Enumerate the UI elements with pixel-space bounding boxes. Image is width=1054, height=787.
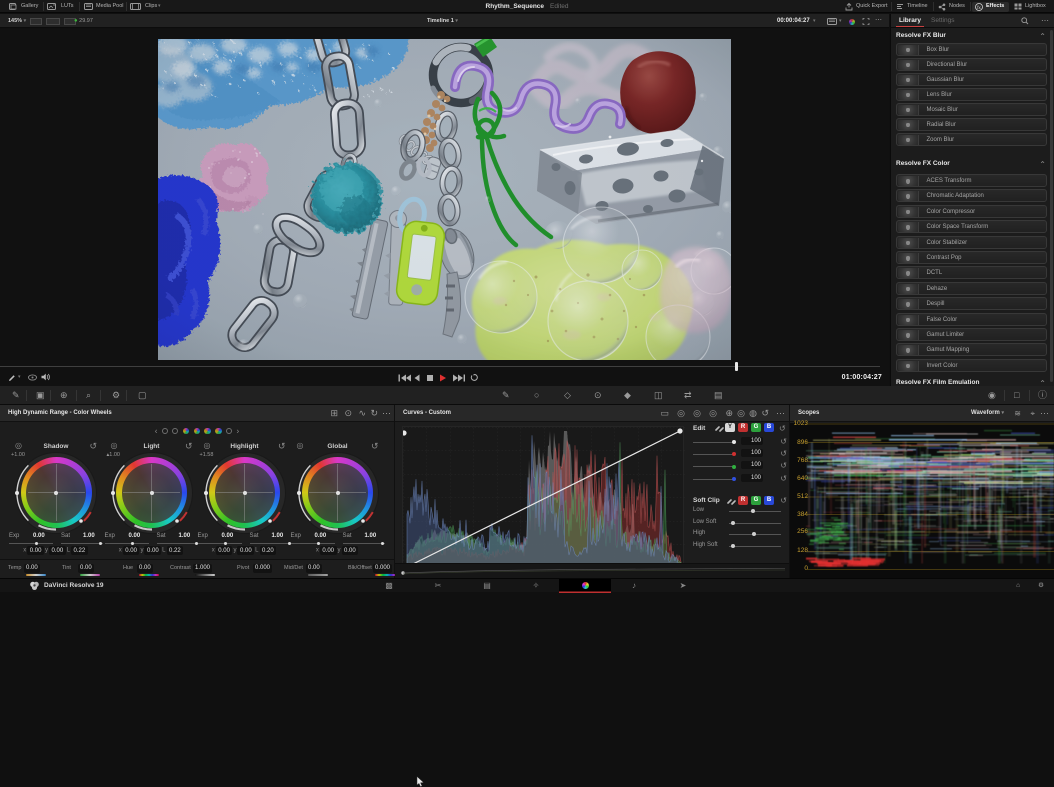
svg-text:fx: fx — [977, 4, 981, 9]
